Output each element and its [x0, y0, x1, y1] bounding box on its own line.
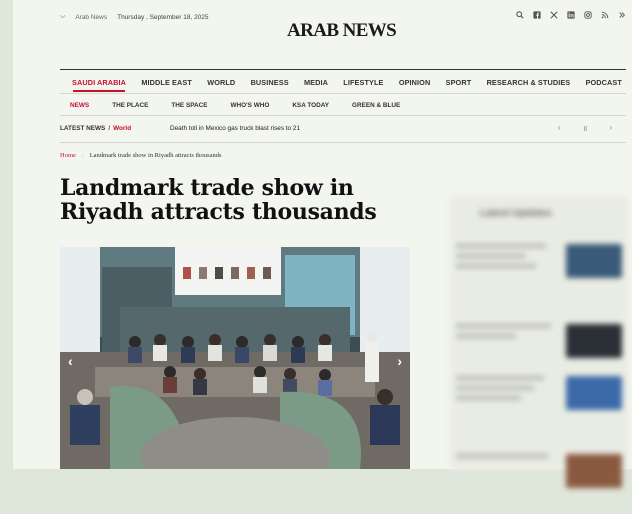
sidebar-story-thumbnail [566, 376, 622, 410]
ticker-category[interactable]: World [113, 125, 131, 132]
nav-item-media[interactable]: MEDIA [304, 78, 328, 87]
ticker-slash: / [108, 125, 111, 132]
sidebar-story[interactable] [456, 244, 622, 304]
ticker-title: LATEST NEWS [60, 125, 106, 132]
edition-selector[interactable]: Arab News [75, 14, 107, 21]
edition-date-bar: ⌵ Arab News Thursday , September 18, 202… [60, 13, 209, 21]
article-hero-image: ‹ › [60, 247, 410, 469]
linkedin-icon[interactable] [567, 11, 575, 19]
ticker-next-icon[interactable]: › [609, 123, 612, 134]
subnav-item-the-place[interactable]: THE PLACE [112, 102, 148, 109]
hero-prev-icon[interactable]: ‹ [68, 353, 73, 369]
subnav-item-news[interactable]: NEWS [70, 102, 89, 109]
nav-item-opinion[interactable]: OPINION [399, 78, 431, 87]
nav-item-research-studies[interactable]: RESEARCH & STUDIES [487, 78, 571, 87]
breadcrumb-current: Landmark trade show in Riyadh attracts t… [89, 152, 222, 159]
chevron-down-icon[interactable]: ⌵ [60, 13, 65, 21]
facebook-icon[interactable] [533, 11, 541, 19]
search-icon[interactable] [516, 11, 524, 19]
more-icon[interactable] [618, 11, 626, 19]
sidebar-story[interactable] [456, 454, 622, 514]
page: ⌵ Arab News Thursday , September 18, 202… [13, 0, 632, 488]
sidebar-title: Latest Updates [480, 208, 552, 219]
nav-item-middle-east[interactable]: MIDDLE EAST [141, 78, 192, 87]
nav-item-world[interactable]: WORLD [207, 78, 235, 87]
date-text: Thursday , September 18, 2025 [117, 13, 209, 21]
nav-item-sport[interactable]: SPORT [446, 78, 472, 87]
breadcrumb-home[interactable]: Home [60, 152, 76, 159]
ticker-label: LATEST NEWS / World [60, 125, 131, 132]
hero-next-icon[interactable]: › [397, 353, 402, 369]
site-logo[interactable]: ARAB NEWS [287, 20, 397, 42]
ticker-headline[interactable]: Death toll in Mexico gas truck blast ris… [170, 125, 300, 132]
nav-item-saudi-arabia[interactable]: SAUDI ARABIA [72, 78, 126, 87]
subnav-item-ksa-today[interactable]: KSA TODAY [292, 102, 329, 109]
sidebar-story[interactable] [456, 324, 622, 384]
breadcrumb: Home / Landmark trade show in Riyadh attra… [60, 152, 221, 159]
sidebar-story-thumbnail [566, 244, 622, 278]
sidebar-story-thumbnail [566, 454, 622, 488]
nav-item-lifestyle[interactable]: LIFESTYLE [343, 78, 383, 87]
sidebar-story[interactable] [456, 376, 622, 436]
active-nav-underline [73, 90, 125, 92]
instagram-icon[interactable] [584, 11, 592, 19]
latest-updates-sidebar: Latest Updates [450, 196, 628, 488]
primary-nav: SAUDI ARABIA MIDDLE EAST WORLD BUSINESS … [60, 69, 626, 92]
hero-photo [60, 247, 410, 469]
x-icon[interactable] [550, 11, 558, 19]
ticker-prev-icon[interactable]: ‹ [558, 123, 561, 134]
subnav-item-green-blue[interactable]: GREEN & BLUE [352, 102, 400, 109]
top-bar: ⌵ Arab News Thursday , September 18, 202… [13, 0, 632, 41]
ticker-pause-icon[interactable]: ॥ [583, 123, 588, 134]
subnav-item-whos-who[interactable]: WHO'S WHO [231, 102, 270, 109]
rss-icon[interactable] [601, 11, 609, 19]
breadcrumb-separator: / [81, 152, 84, 159]
ticker-controls: ‹ ॥ › [558, 123, 612, 134]
subnav-item-the-space[interactable]: THE SPACE [171, 102, 207, 109]
latest-news-ticker: LATEST NEWS / World Death toll in Mexico g… [60, 115, 626, 143]
secondary-nav: NEWS THE PLACE THE SPACE WHO'S WHO KSA T… [60, 93, 626, 109]
article-title: Landmark trade show in Riyadh attracts t… [60, 175, 377, 225]
nav-item-podcast[interactable]: PODCAST [586, 78, 622, 87]
sidebar-story-thumbnail [566, 324, 622, 358]
nav-item-business[interactable]: BUSINESS [251, 78, 289, 87]
social-icons [516, 11, 626, 19]
